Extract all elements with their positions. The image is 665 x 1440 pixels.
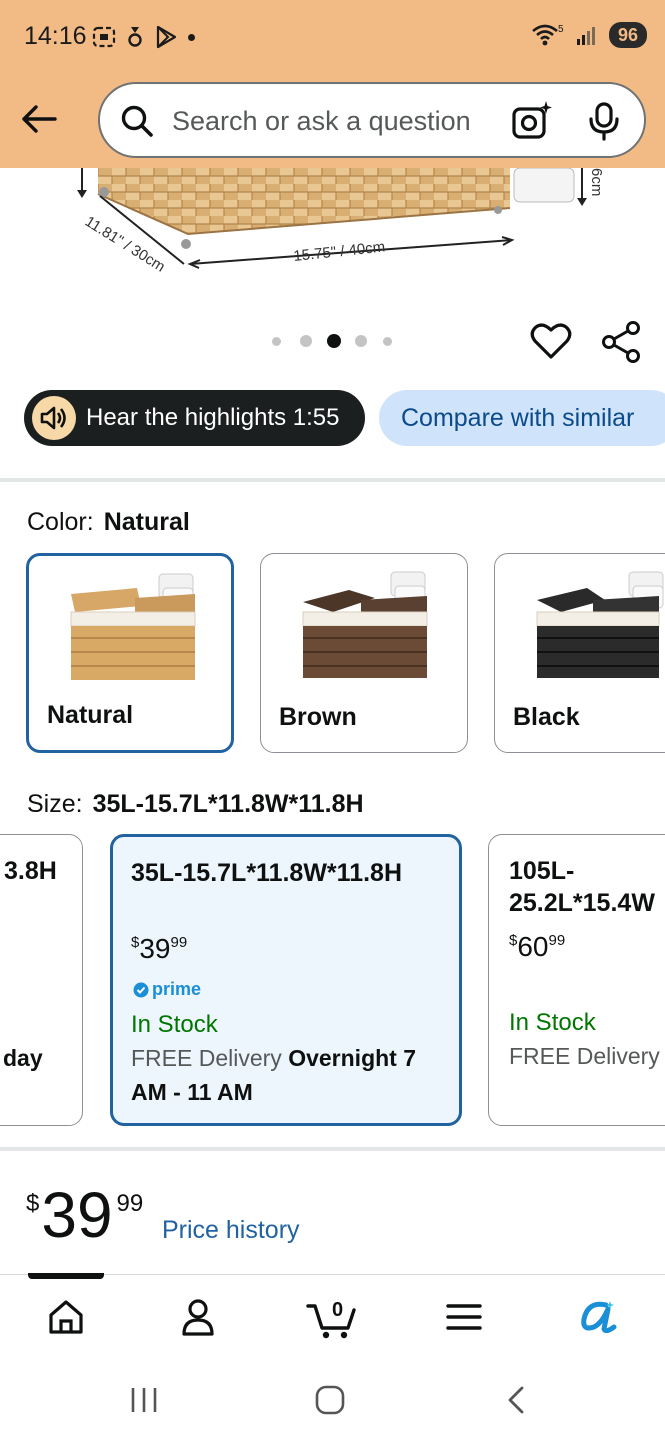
menu-icon [446,1304,482,1330]
brown-basket-thumbnail [302,571,428,678]
camera-search-button[interactable] [510,99,554,143]
carousel-dot[interactable] [383,336,392,346]
home-system-button[interactable] [306,1378,354,1422]
back-chevron-icon [508,1386,524,1414]
voice-search-button[interactable] [582,99,626,143]
hear-highlights-button[interactable]: Hear the highlights 1:55 [24,390,365,446]
home-circle-icon [315,1385,345,1415]
size-option-previous[interactable]: 3.8H day [0,834,83,1126]
color-option-label: Black [513,703,580,731]
search-input[interactable]: Search or ask a question [172,106,471,137]
back-arrow-icon [22,105,57,133]
prime-badge: prime [133,979,201,1000]
home-icon [49,1300,83,1334]
size-label: Size: 35L-15.7L*11.8W*11.8H [27,790,364,818]
carousel-dot-active[interactable] [327,334,341,348]
notification-icon [128,27,142,47]
camera-sparkle-icon [512,101,552,139]
recent-apps-icon [131,1388,157,1412]
wifi-icon: 5 [532,24,564,46]
size-option-delivery: FREE Delivery Overnight 7 AM - 11 AM [131,1045,417,1105]
carousel-dot[interactable] [355,335,367,347]
size-option-title: 105L- 25.2L*15.4W [509,857,655,917]
nav-rufus[interactable] [568,1293,628,1341]
product-price: $ 39 99 [26,1179,144,1251]
size-option-title: 35L-15.7L*11.8W*11.8H [131,859,402,887]
carousel-dot[interactable] [300,335,312,347]
signal-icon [576,27,595,45]
basket-image: 6cm 15.75" / 40cm 11.81" / 30cm [77,168,605,276]
play-store-icon [156,25,177,49]
microphone-icon [589,102,619,141]
battery-indicator: 96 [608,22,647,48]
size-option-delivery: day [3,1045,43,1071]
black-basket-thumbnail [536,571,664,678]
selected-size-value: 35L-15.7L*11.8W*11.8H [92,790,364,818]
nav-home[interactable] [36,1293,96,1341]
section-divider [0,1147,665,1151]
image-carousel-dots [272,334,392,348]
size-option-price: $6099 [509,931,566,962]
bottom-navigation: 0 [0,1273,665,1362]
svg-text:15.75" / 40cm: 15.75" / 40cm [293,238,386,265]
color-option-label: Brown [279,703,357,731]
status-time: 14:16 [24,22,87,50]
product-image[interactable]: 6cm 15.75" / 40cm 11.81" / 30cm [0,168,665,298]
hear-highlights-label: Hear the highlights 1:55 [86,404,340,431]
size-option-delivery: FREE Delivery [509,1043,660,1069]
size-option-price: $3999 [131,933,188,964]
system-navigation-bar [0,1362,665,1440]
color-label: Color: Natural [27,508,190,536]
size-option-105l[interactable]: 105L- 25.2L*15.4W $6099 In Stock FREE Del… [488,834,665,1126]
carousel-dot[interactable] [272,336,281,346]
compare-similar-button[interactable]: Compare with similar [379,390,665,446]
size-option-title: 3.8H [4,857,57,885]
share-button[interactable] [600,320,642,364]
color-option-brown[interactable]: Brown [260,553,468,753]
color-option-label: Natural [47,701,134,729]
color-option-black[interactable]: Black [494,553,665,753]
natural-basket-thumbnail [70,573,196,680]
recent-apps-button[interactable] [120,1378,168,1422]
heart-icon [530,323,572,359]
screenshot-icon [92,26,116,48]
search-bar[interactable]: Search or ask a question [98,82,646,158]
selected-color-value: Natural [103,508,190,536]
back-system-button[interactable] [492,1378,540,1422]
nav-account[interactable] [168,1293,228,1341]
search-header: Search or ask a question [0,76,665,168]
svg-text:0: 0 [332,1299,343,1321]
share-icon [602,321,640,363]
status-bar: 14:16 5 96 [0,0,665,76]
section-divider [0,478,665,482]
nav-menu[interactable] [434,1293,494,1341]
svg-text:6cm: 6cm [588,168,605,196]
cart-icon: 0 [306,1299,356,1339]
add-to-wishlist-button[interactable] [530,320,572,362]
price-history-link[interactable]: Price history [162,1216,300,1245]
svg-text:5: 5 [558,24,564,35]
nav-cart[interactable]: 0 [302,1293,362,1341]
prime-check-icon [133,982,149,997]
account-icon [182,1299,214,1336]
size-option-35l[interactable]: 35L-15.7L*11.8W*11.8H $3999 prime In Sto… [110,834,462,1126]
active-tab-indicator [28,1273,104,1279]
color-option-natural[interactable]: Natural [26,553,234,753]
more-dot-icon [188,33,195,41]
in-stock-status: In Stock [509,1009,596,1036]
search-icon [121,105,153,137]
in-stock-status: In Stock [131,1011,218,1038]
audio-speaker-icon [32,396,76,440]
rufus-assistant-icon [581,1301,617,1334]
back-button[interactable] [16,96,62,142]
svg-text:11.81" / 30cm: 11.81" / 30cm [82,213,168,276]
